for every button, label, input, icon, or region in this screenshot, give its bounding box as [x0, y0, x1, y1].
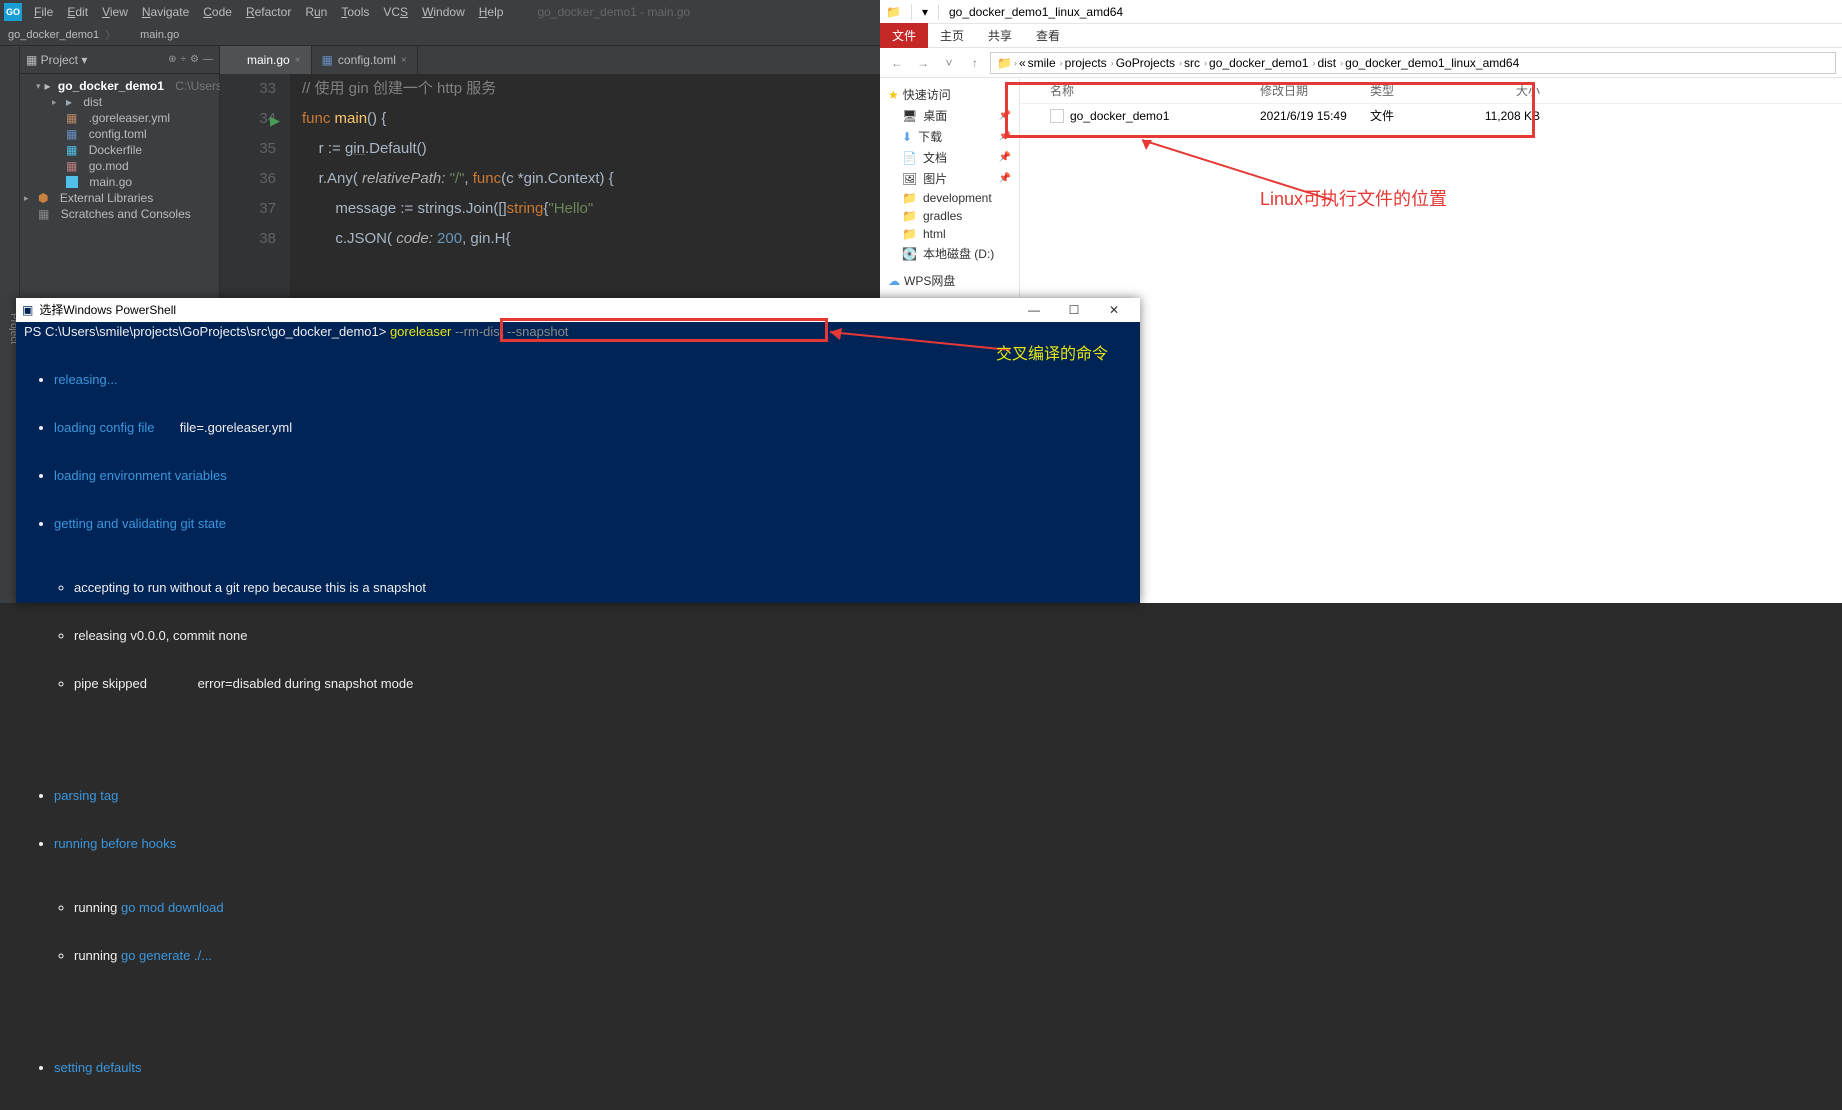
- tree-root[interactable]: ▾▸ go_docker_demo1 C:\Users\sm: [20, 78, 219, 94]
- ide-logo-icon: GO: [4, 3, 22, 21]
- tab-config-toml[interactable]: ▦config.toml×: [312, 46, 418, 74]
- folder-icon: 📁: [886, 5, 901, 19]
- tree-file[interactable]: ▦ go.mod: [20, 158, 219, 174]
- breadcrumb-root[interactable]: go_docker_demo1: [8, 29, 99, 41]
- nav-wps[interactable]: ☁WPS网盘: [884, 270, 1015, 291]
- ribbon-tab-home[interactable]: 主页: [928, 23, 976, 48]
- tab-main-go[interactable]: main.go×: [220, 46, 312, 74]
- nav-item[interactable]: 🖥桌面📌: [884, 105, 1015, 126]
- menu-window[interactable]: Window: [416, 3, 471, 21]
- column-headers[interactable]: 名称 修改日期 类型 大小: [1020, 78, 1842, 104]
- tree-scratches[interactable]: ▦ Scratches and Consoles: [20, 206, 219, 222]
- go-file-icon: [122, 29, 134, 41]
- back-button[interactable]: ←: [886, 52, 908, 74]
- menu-run[interactable]: Run: [299, 3, 333, 21]
- menu-code[interactable]: Code: [197, 3, 238, 21]
- ribbon-tab-file[interactable]: 文件: [880, 23, 928, 48]
- hide-icon[interactable]: —: [203, 54, 213, 65]
- col-type: 类型: [1370, 82, 1460, 99]
- ps-title-text: 选择Windows PowerShell: [39, 302, 176, 318]
- ribbon-tab-view[interactable]: 查看: [1024, 23, 1072, 48]
- address-path[interactable]: 📁› « smile› projects› GoProjects› src› g…: [990, 52, 1836, 74]
- powershell-window: ▣ 选择Windows PowerShell — ☐ ✕ PS C:\Users…: [16, 298, 1140, 603]
- project-view-dropdown[interactable]: ▦ Project ▾: [26, 53, 87, 67]
- pin-icon: 📌: [999, 131, 1011, 142]
- nav-item[interactable]: 📁html: [884, 225, 1015, 243]
- forward-button[interactable]: →: [912, 52, 934, 74]
- explorer-ribbon: 文件 主页 共享 查看: [880, 24, 1842, 48]
- ribbon-tab-share[interactable]: 共享: [976, 23, 1024, 48]
- menu-tools[interactable]: Tools: [335, 3, 375, 21]
- explorer-dropdown-icon[interactable]: ▾: [922, 5, 928, 19]
- project-tree[interactable]: ▾▸ go_docker_demo1 C:\Users\sm ▸▸ dist ▦…: [20, 74, 219, 226]
- close-button[interactable]: ✕: [1094, 302, 1134, 318]
- nav-item[interactable]: 🖼图片📌: [884, 168, 1015, 189]
- menu-vcs[interactable]: VCS: [377, 3, 414, 21]
- nav-item[interactable]: 💽本地磁盘 (D:): [884, 243, 1015, 264]
- settings-gear-icon[interactable]: ⚙: [190, 54, 199, 65]
- file-icon: [1050, 109, 1064, 123]
- titlebar-path: go_docker_demo1_linux_amd64: [949, 5, 1123, 19]
- menu-view[interactable]: View: [96, 3, 134, 21]
- nav-item[interactable]: 📁development: [884, 189, 1015, 207]
- project-header: ▦ Project ▾ ⊕ ÷ ⚙ —: [20, 46, 219, 74]
- pin-icon: 📌: [999, 173, 1011, 184]
- tree-file-main-go[interactable]: main.go: [20, 174, 219, 190]
- annotation-text-1: Linux可执行文件的位置: [1260, 185, 1447, 211]
- ide-window-title: go_docker_demo1 - main.go: [531, 3, 696, 21]
- recent-button[interactable]: ˅: [938, 52, 960, 74]
- nav-item[interactable]: 📁gradles: [884, 207, 1015, 225]
- tree-file[interactable]: ▦ config.toml: [20, 126, 219, 142]
- explorer-file-list[interactable]: 名称 修改日期 类型 大小 go_docker_demo1 2021/6/19 …: [1020, 78, 1842, 603]
- tree-file[interactable]: ▦ Dockerfile: [20, 142, 219, 158]
- pin-icon: 📌: [999, 110, 1011, 121]
- up-button[interactable]: ↑: [964, 52, 986, 74]
- menu-help[interactable]: Help: [473, 3, 510, 21]
- menu-edit[interactable]: Edit: [61, 3, 94, 21]
- chevron-right-icon: 〉: [105, 27, 116, 43]
- editor-tabs: main.go× ▦config.toml×: [220, 46, 880, 74]
- file-row[interactable]: go_docker_demo1 2021/6/19 15:49 文件 11,20…: [1020, 104, 1842, 127]
- maximize-button[interactable]: ☐: [1054, 302, 1094, 318]
- close-icon[interactable]: ×: [295, 55, 301, 66]
- ps-icon: ▣: [22, 302, 33, 318]
- tree-file[interactable]: ▦ .goreleaser.yml: [20, 110, 219, 126]
- annotation-text-2: 交叉编译的命令: [996, 340, 1108, 364]
- nav-quick-access[interactable]: ★快速访问: [884, 84, 1015, 105]
- collapse-all-icon[interactable]: ÷: [181, 54, 187, 65]
- ide-menubar: GO File Edit View Navigate Code Refactor…: [0, 0, 880, 24]
- menu-file[interactable]: File: [28, 3, 59, 21]
- powershell-titlebar[interactable]: ▣ 选择Windows PowerShell — ☐ ✕: [16, 298, 1140, 322]
- nav-item[interactable]: 📄文档📌: [884, 147, 1015, 168]
- explorer-titlebar: 📁 ▾ go_docker_demo1_linux_amd64: [880, 0, 1842, 24]
- pin-icon: 📌: [999, 152, 1011, 163]
- powershell-output[interactable]: PS C:\Users\smile\projects\GoProjects\sr…: [16, 322, 1140, 1110]
- explorer-address-bar: ← → ˅ ↑ 📁› « smile› projects› GoProjects…: [880, 48, 1842, 78]
- menu-navigate[interactable]: Navigate: [136, 3, 195, 21]
- close-icon[interactable]: ×: [401, 55, 407, 66]
- col-name: 名称: [1050, 82, 1260, 99]
- minimize-button[interactable]: —: [1014, 302, 1054, 318]
- tree-external-libraries[interactable]: ▸⬢ External Libraries: [20, 190, 219, 206]
- run-gutter-icon[interactable]: ▶: [270, 106, 280, 136]
- expand-all-icon[interactable]: ⊕: [168, 54, 176, 65]
- tree-folder-dist[interactable]: ▸▸ dist: [20, 94, 219, 110]
- nav-item[interactable]: ⬇下载📌: [884, 126, 1015, 147]
- col-size: 大小: [1460, 82, 1540, 99]
- ide-breadcrumb: go_docker_demo1 〉 main.go: [0, 24, 880, 46]
- breadcrumb-file[interactable]: main.go: [140, 29, 179, 41]
- col-date: 修改日期: [1260, 82, 1370, 99]
- menu-refactor[interactable]: Refactor: [240, 3, 297, 21]
